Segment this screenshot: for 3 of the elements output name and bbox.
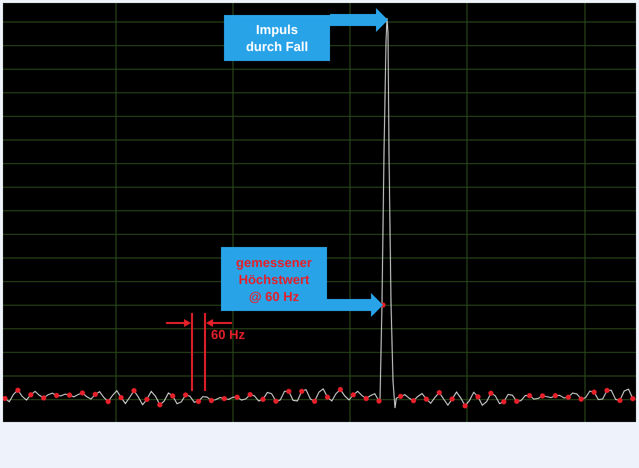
callout-text: Impuls durch Fall xyxy=(246,21,308,55)
spacing-label: 60 Hz xyxy=(211,327,245,342)
callout-text: gemessener Höchstwert @ 60 Hz xyxy=(236,254,312,304)
